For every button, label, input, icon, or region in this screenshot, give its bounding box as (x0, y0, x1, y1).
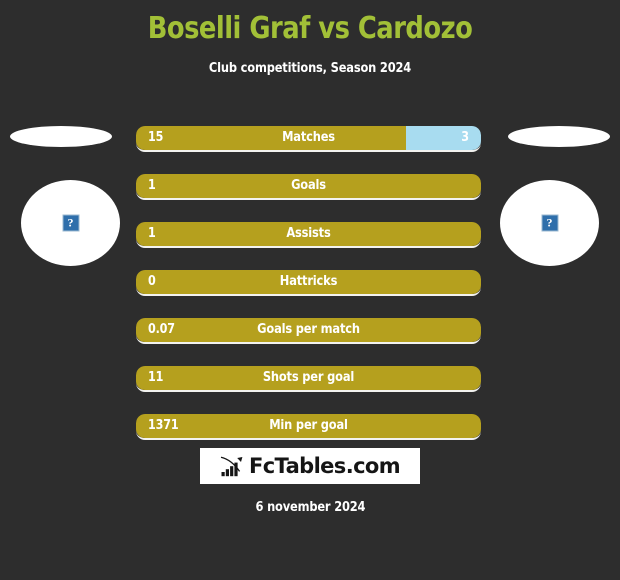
stat-row-text: 0.07 Goals per match (136, 318, 481, 342)
stat-row-text: 15 Matches 3 (136, 126, 481, 150)
bar-chart-icon (220, 456, 243, 476)
broken-image-icon: ? (62, 214, 79, 232)
stat-row-text: 1371 Min per goal (136, 414, 481, 438)
stat-value-home: 0 (148, 274, 156, 289)
stat-row: 0 Hattricks (136, 270, 481, 296)
stat-row: 1 Goals (136, 174, 481, 200)
stat-value-home: 1 (148, 226, 156, 241)
home-player-photo-placeholder: ? (21, 180, 120, 266)
footer-date-text: 6 november 2024 (255, 500, 365, 515)
stat-label: Goals (291, 178, 326, 193)
stat-label: Min per goal (269, 418, 348, 433)
broken-image-icon: ? (541, 214, 558, 232)
home-player-avatar: ? (0, 118, 140, 268)
stat-row-text: 1 Assists (136, 222, 481, 246)
logo-text: FcTables.com (248, 454, 401, 478)
stats-list: 15 Matches 3 1 Goals 1 Assists 0 Hattricks 0.07 Go… (136, 126, 481, 462)
stat-row: 1371 Min per goal (136, 414, 481, 440)
footer-date: 6 november 2024 (0, 500, 620, 515)
stat-row: 15 Matches 3 (136, 126, 481, 152)
stat-label: Shots per goal (262, 370, 355, 385)
header: Boselli Graf vs Cardozo Club competition… (0, 0, 620, 76)
away-player-photo-placeholder: ? (500, 180, 599, 266)
fctables-logo[interactable]: FcTables.com (200, 448, 420, 484)
comparison-infographic: Boselli Graf vs Cardozo Club competition… (0, 0, 620, 580)
stat-label: Assists (286, 226, 331, 241)
stat-value-home: 1 (148, 178, 156, 193)
stat-row: 1 Assists (136, 222, 481, 248)
stat-row-text: 11 Shots per goal (136, 366, 481, 390)
stat-label: Hattricks (279, 274, 338, 289)
page-subtitle: Club competitions, Season 2024 (208, 61, 412, 76)
stat-label: Matches (282, 130, 335, 145)
home-player-shirt-shape (10, 126, 112, 147)
stat-row: 11 Shots per goal (136, 366, 481, 392)
stat-row: 0.07 Goals per match (136, 318, 481, 344)
away-player-avatar: ? (480, 118, 620, 268)
away-player-shirt-shape (508, 126, 610, 147)
stat-value-away: 3 (461, 130, 469, 145)
stat-label: Goals per match (257, 322, 360, 337)
stat-row-text: 0 Hattricks (136, 270, 481, 294)
page-title: Boselli Graf vs Cardozo (147, 11, 473, 46)
stat-row-text: 1 Goals (136, 174, 481, 198)
